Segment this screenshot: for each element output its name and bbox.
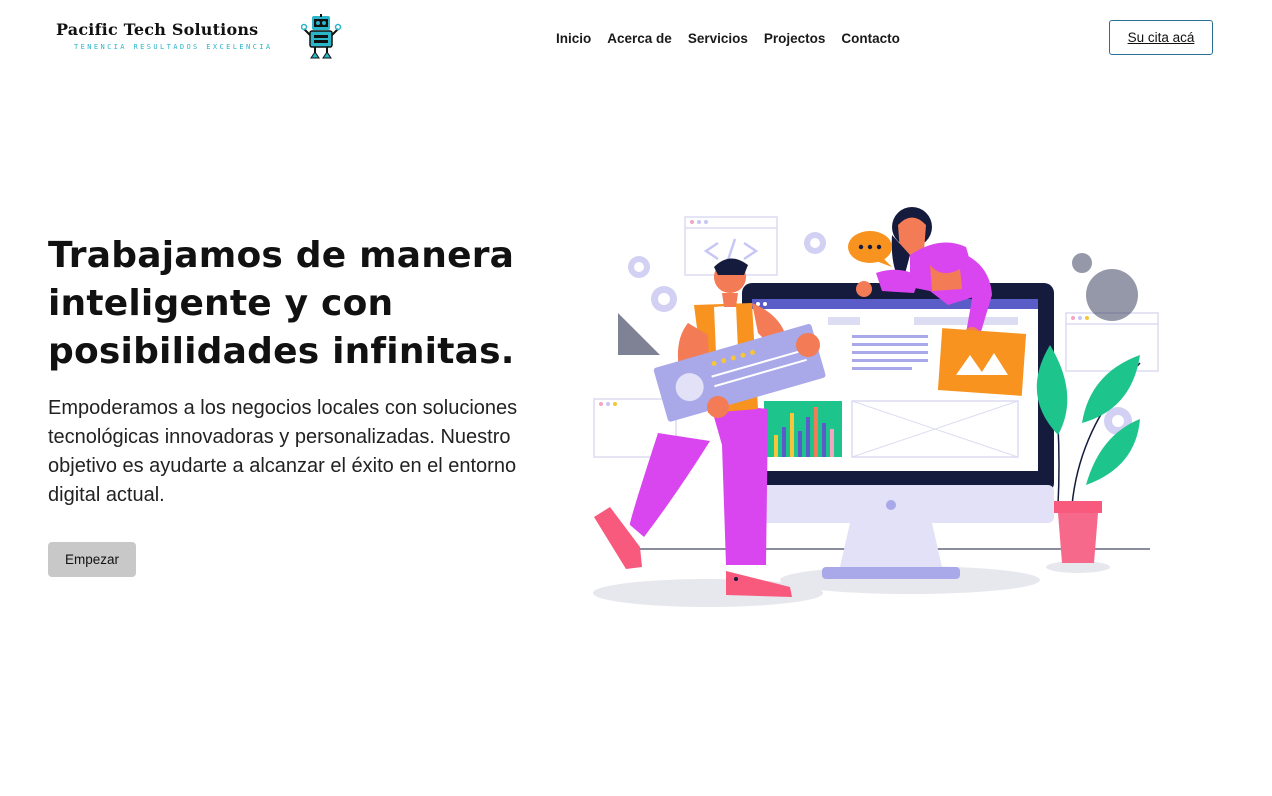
brand-tagline: TENENCIA RESULTADOS EXCELENCIA	[74, 43, 273, 51]
nav-item-projectos[interactable]: Projectos	[764, 31, 826, 46]
nav-item-servicios[interactable]: Servicios	[688, 31, 748, 46]
nav-item-inicio[interactable]: Inicio	[556, 31, 591, 46]
hero-description: Empoderamos a los negocios locales con s…	[48, 397, 518, 506]
site-header: Pacific Tech Solutions TENENCIA RESULTAD…	[0, 0, 1272, 80]
robot-icon	[301, 14, 342, 59]
hero-title: Trabajamos de manera inteligente y con p…	[48, 235, 515, 372]
nav-item-acerca-de[interactable]: Acerca de	[607, 31, 672, 46]
nav-item-contacto[interactable]: Contacto	[841, 31, 900, 46]
start-button[interactable]: Empezar	[48, 542, 136, 577]
hero-illustration	[593, 207, 1159, 607]
appointment-button[interactable]: Su cita acá	[1109, 20, 1213, 55]
brand-name: Pacific Tech Solutions	[56, 20, 259, 39]
chat-bubble-icon	[848, 231, 892, 267]
main-nav: Inicio Acerca de Servicios Projectos Con…	[556, 31, 900, 46]
brand-logo[interactable]: Pacific Tech Solutions TENENCIA RESULTAD…	[56, 12, 356, 62]
